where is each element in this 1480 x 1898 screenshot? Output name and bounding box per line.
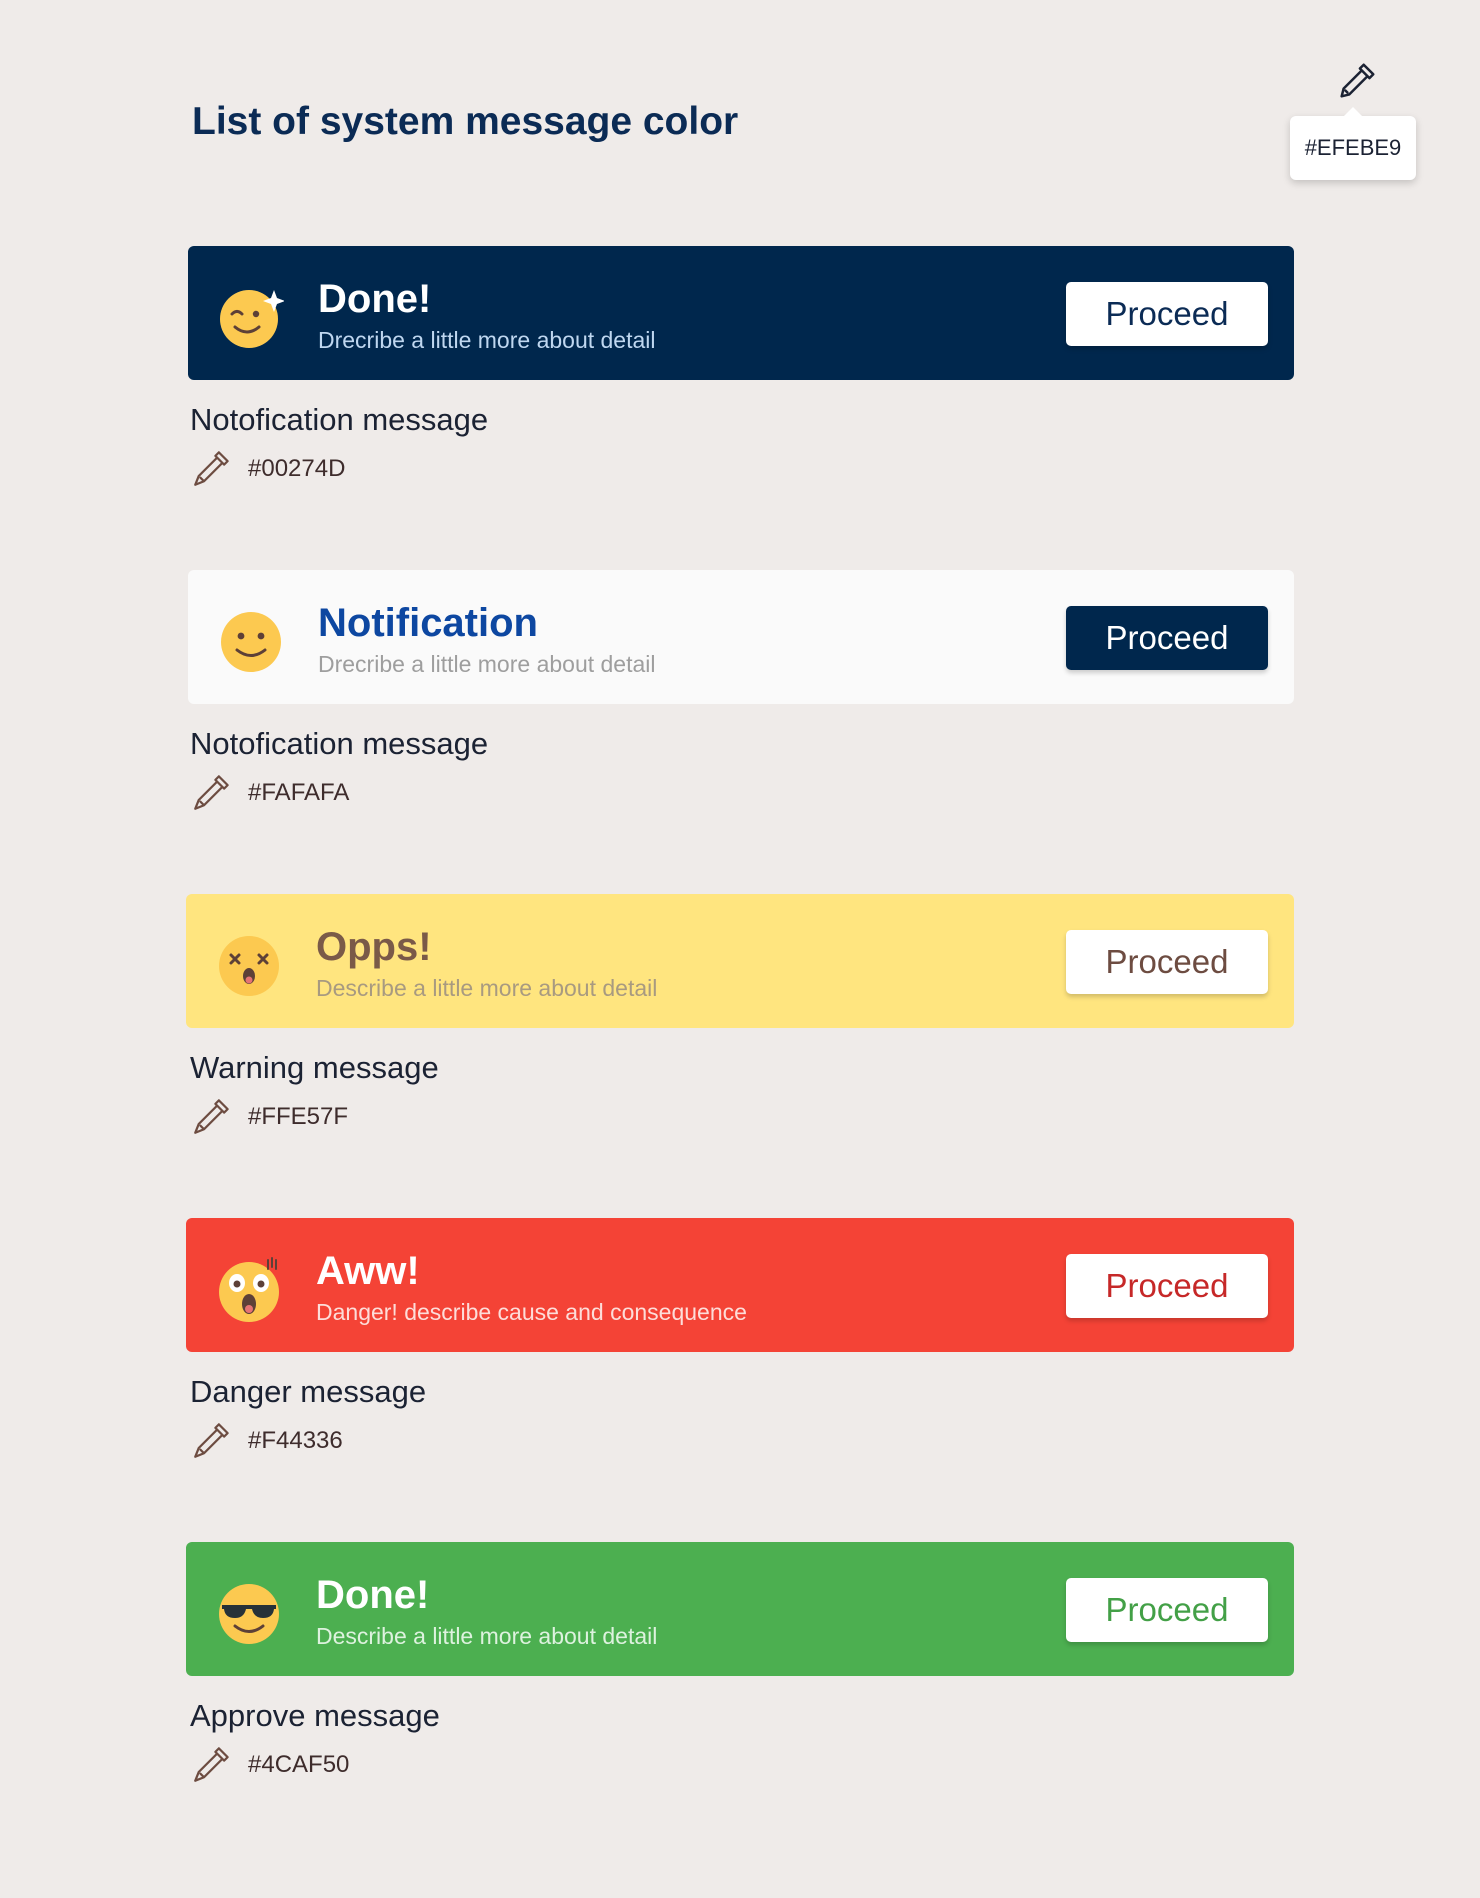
proceed-button[interactable]: Proceed bbox=[1066, 282, 1268, 346]
hex-code: #FFE57F bbox=[248, 1103, 349, 1130]
hex-code: #4CAF50 bbox=[248, 1751, 350, 1778]
message-banner: Notification Drecribe a little more abou… bbox=[188, 570, 1294, 704]
color-code-row: #00274D bbox=[190, 447, 345, 491]
message-banner: Aww! Danger! describe cause and conseque… bbox=[186, 1218, 1294, 1352]
proceed-button[interactable]: Proceed bbox=[1066, 1254, 1268, 1318]
hex-code: #FAFAFA bbox=[248, 779, 350, 806]
banner-subtitle: Danger! describe cause and consequence bbox=[316, 1299, 747, 1325]
eyedropper-icon[interactable] bbox=[190, 1420, 232, 1462]
banner-subtitle: Describe a little more about detail bbox=[316, 975, 658, 1001]
smile-emoji-icon bbox=[221, 612, 281, 672]
banner-subtitle: Drecribe a little more about detail bbox=[318, 651, 656, 677]
proceed-button[interactable]: Proceed bbox=[1066, 930, 1268, 994]
banner-title: Aww! bbox=[316, 1249, 420, 1293]
message-banner: Done! Drecribe a little more about detai… bbox=[188, 246, 1294, 380]
dizzy-face-emoji-icon bbox=[219, 936, 279, 996]
eyedropper-icon[interactable] bbox=[190, 1096, 232, 1138]
hex-code: #00274D bbox=[248, 455, 346, 482]
banner-subtitle: Describe a little more about detail bbox=[316, 1623, 658, 1649]
banner-title: Opps! bbox=[316, 925, 432, 969]
eyedropper-icon[interactable] bbox=[190, 448, 232, 490]
sunglasses-emoji-icon bbox=[219, 1584, 279, 1644]
page-title: List of system message color bbox=[192, 100, 739, 143]
eyedropper-icon[interactable] bbox=[190, 772, 232, 814]
message-type-label: Approve message bbox=[190, 1698, 440, 1733]
wink-sparkle-emoji-icon bbox=[220, 290, 284, 348]
banner-title: Notification bbox=[318, 601, 538, 645]
message-type-label: Notofication message bbox=[190, 726, 489, 761]
banner-subtitle: Drecribe a little more about detail bbox=[318, 327, 656, 353]
hex-tooltip: #EFEBE9 bbox=[1290, 107, 1416, 180]
shocked-face-emoji-icon bbox=[219, 1257, 279, 1322]
color-code-row: #4CAF50 bbox=[190, 1743, 349, 1787]
message-type-label: Danger message bbox=[190, 1374, 427, 1409]
color-code-row: #F44336 bbox=[190, 1419, 343, 1463]
proceed-button[interactable]: Proceed bbox=[1066, 1578, 1268, 1642]
hex-code: #F44336 bbox=[248, 1427, 343, 1454]
eyedropper-icon[interactable] bbox=[190, 1744, 232, 1786]
message-banner: Opps! Describe a little more about detai… bbox=[186, 894, 1294, 1028]
color-code-row: #FFE57F bbox=[190, 1095, 348, 1139]
banner-title: Done! bbox=[318, 277, 432, 321]
eyedropper-icon[interactable] bbox=[1334, 58, 1380, 104]
message-banner: Done! Describe a little more about detai… bbox=[186, 1542, 1294, 1676]
message-type-label: Notofication message bbox=[190, 402, 489, 437]
banner-title: Done! bbox=[316, 1573, 430, 1617]
color-code-row: #FAFAFA bbox=[190, 771, 349, 815]
proceed-button[interactable]: Proceed bbox=[1066, 606, 1268, 670]
message-type-label: Warning message bbox=[190, 1050, 439, 1085]
